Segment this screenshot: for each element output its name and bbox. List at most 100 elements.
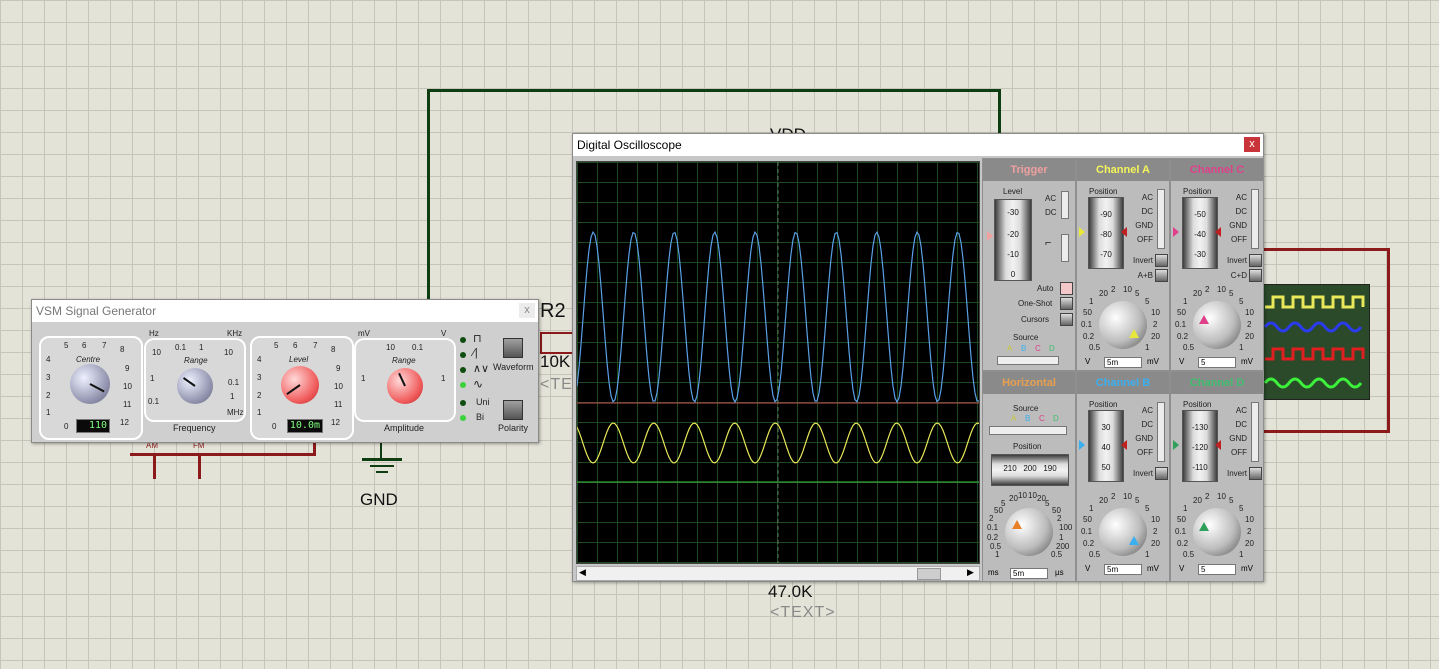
channel-d-volts-dial[interactable]: 0.5 0.2 0.1 50 1 20 2 10 5 5 10 2 20 1 bbox=[1173, 490, 1261, 568]
dial-scale-label: 10 bbox=[1151, 515, 1160, 524]
dial-knob[interactable] bbox=[1099, 301, 1147, 349]
channel-c-sum-label: C+D bbox=[1230, 271, 1247, 280]
trigger-auto-button[interactable] bbox=[1060, 282, 1073, 295]
amplitude-range-knob[interactable] bbox=[387, 368, 423, 404]
channel-c-coupling-slider[interactable] bbox=[1251, 189, 1259, 249]
trigger-coupling-switch[interactable] bbox=[1061, 191, 1069, 219]
trigger-title: Trigger bbox=[983, 159, 1075, 181]
channel-b-invert-button[interactable] bbox=[1155, 467, 1168, 480]
trigger-source-slider[interactable] bbox=[997, 356, 1059, 365]
dial-scale-label: 20 bbox=[1245, 539, 1254, 548]
scroll-thumb[interactable] bbox=[917, 568, 941, 580]
trigger-cursors-button[interactable] bbox=[1060, 313, 1073, 326]
dial-scale-label: 0.5 bbox=[990, 542, 1002, 551]
trigger-level-label: Level bbox=[1003, 187, 1023, 196]
horizontal-position-drum[interactable]: 210 200 190 bbox=[991, 454, 1069, 486]
dial-scale-label: 20 bbox=[1099, 496, 1108, 505]
channel-c-volts-input[interactable]: 5 bbox=[1198, 357, 1236, 368]
triangle-wave-icon: ∧∨ bbox=[473, 363, 490, 375]
channel-b-coupling-slider[interactable] bbox=[1157, 402, 1165, 462]
frequency-unit-mhz: MHz bbox=[227, 408, 244, 417]
dial-scale-label: 1 bbox=[1183, 504, 1188, 513]
polarity-uni-led bbox=[460, 400, 466, 406]
level-knob-pointer bbox=[286, 384, 301, 395]
polarity-label: Polarity bbox=[498, 423, 529, 433]
square-wave-icon: ⊓ bbox=[473, 333, 482, 345]
channel-c-unit-right: mV bbox=[1241, 357, 1253, 366]
dial-scale-label: 10 bbox=[1217, 285, 1226, 294]
channel-b-volts-dial[interactable]: 0.5 0.2 0.1 50 1 20 2 10 5 5 10 2 20 1 bbox=[1079, 490, 1167, 568]
signal-generator-title: VSM Signal Generator bbox=[36, 304, 157, 318]
polarity-button[interactable] bbox=[503, 400, 523, 420]
channel-b-position-label: Position bbox=[1089, 400, 1118, 409]
vdd-wire-top bbox=[428, 89, 1001, 92]
trigger-edge-icon: ⌐ bbox=[1045, 237, 1052, 249]
channel-a-volts-dial[interactable]: 0.5 0.2 0.1 50 1 20 2 10 5 5 10 2 20 1 bbox=[1079, 283, 1167, 361]
signal-generator-panel: Centre 5 6 7 8 4 9 3 10 2 11 1 12 0 110 … bbox=[32, 322, 538, 442]
channel-d-position-marker-icon bbox=[1173, 440, 1179, 450]
channel-d-volts-input[interactable]: 5 bbox=[1198, 564, 1236, 575]
trigger-oneshot-button[interactable] bbox=[1060, 297, 1073, 310]
sg-wire-bottom bbox=[130, 453, 316, 456]
frequency-range-knob[interactable] bbox=[177, 368, 213, 404]
channel-a-invert-label: Invert bbox=[1132, 256, 1153, 265]
channel-b-unit-left: V bbox=[1085, 564, 1091, 573]
oscilloscope-window[interactable]: Digital Oscilloscope x ◀ ▶ Trigger Level… bbox=[572, 133, 1264, 582]
channel-a-invert-button[interactable] bbox=[1155, 254, 1168, 267]
centre-label: Centre bbox=[76, 355, 101, 364]
channel-a-volts-input[interactable]: 5m bbox=[1104, 357, 1142, 368]
horizontal-timebase-dial[interactable]: 1 0.5 0.2 0.1 2 50 5 20 10 10 20 5 50 2 100 1 200 0.5 bbox=[985, 490, 1073, 570]
dial-scale-label: 5 bbox=[1001, 499, 1006, 508]
channel-a-coupling-slider[interactable] bbox=[1157, 189, 1165, 249]
signal-generator-window[interactable]: VSM Signal Generator x Centre 5 6 7 8 4 … bbox=[31, 299, 539, 443]
channel-d-panel: Channel D Position -130 -120 -110 AC DC GND… bbox=[1170, 371, 1264, 582]
dial-knob[interactable] bbox=[1193, 508, 1241, 556]
channel-d-invert-label: Invert bbox=[1226, 469, 1247, 478]
signal-generator-titlebar[interactable]: VSM Signal Generator x bbox=[32, 300, 538, 322]
scroll-right-arrow-icon[interactable]: ▶ bbox=[967, 567, 974, 578]
channel-a-sum-button[interactable] bbox=[1155, 269, 1168, 282]
channel-c-volts-dial[interactable]: 0.5 0.2 0.1 50 1 20 2 10 5 5 10 2 20 1 bbox=[1173, 283, 1261, 361]
trigger-level-drum[interactable]: -30 -20 -10 0 bbox=[994, 199, 1032, 281]
oscilloscope-titlebar[interactable]: Digital Oscilloscope x bbox=[573, 134, 1263, 156]
channel-c-invert-button[interactable] bbox=[1249, 254, 1262, 267]
scroll-left-arrow-icon[interactable]: ◀ bbox=[579, 567, 586, 578]
trigger-source-label: Source bbox=[1013, 333, 1039, 342]
horizontal-source-label: Source bbox=[1013, 404, 1039, 413]
dial-scale-label: 0.1 bbox=[1081, 527, 1093, 536]
scope-screen[interactable] bbox=[576, 161, 980, 564]
dial-scale-label: 2 bbox=[1111, 285, 1116, 294]
channel-c-sum-button[interactable] bbox=[1249, 269, 1262, 282]
dial-scale-label: 1 bbox=[1145, 343, 1150, 352]
dial-knob[interactable] bbox=[1005, 508, 1053, 556]
level-knob[interactable] bbox=[281, 366, 319, 404]
waveform-sawtooth-led bbox=[460, 352, 466, 358]
channel-c-position-marker-icon bbox=[1173, 227, 1179, 237]
gnd-bar-2 bbox=[370, 465, 394, 467]
dial-scale-label: 0.1 bbox=[1175, 320, 1187, 329]
dial-knob[interactable] bbox=[1193, 301, 1241, 349]
centre-knob[interactable] bbox=[70, 364, 110, 404]
scope-traces bbox=[577, 162, 979, 563]
horizontal-timebase-input[interactable]: 5m bbox=[1010, 568, 1048, 579]
waveform-square-led bbox=[460, 337, 466, 343]
signal-generator-close-button[interactable]: x bbox=[519, 303, 535, 318]
trigger-edge-switch[interactable] bbox=[1061, 234, 1069, 262]
trigger-auto-label: Auto bbox=[1037, 284, 1054, 293]
dial-scale-label: 0.2 bbox=[987, 533, 999, 542]
oscilloscope-close-button[interactable]: x bbox=[1244, 137, 1260, 152]
dial-scale-label: 2 bbox=[1247, 320, 1252, 329]
frequency-unit-hz: Hz bbox=[149, 329, 159, 338]
scope-component-preview[interactable] bbox=[1262, 284, 1370, 400]
channel-c-unit-left: V bbox=[1179, 357, 1185, 366]
channel-d-coupling-slider[interactable] bbox=[1251, 402, 1259, 462]
dial-scale-label: 10 bbox=[1245, 515, 1254, 524]
channel-b-volts-input[interactable]: 5m bbox=[1104, 564, 1142, 575]
channel-d-invert-button[interactable] bbox=[1249, 467, 1262, 480]
frequency-caption: Frequency bbox=[173, 423, 216, 433]
dial-scale-label: 5 bbox=[1229, 496, 1234, 505]
waveform-button[interactable] bbox=[503, 338, 523, 358]
horizontal-source-slider[interactable] bbox=[989, 426, 1067, 435]
screen-scrollbar[interactable]: ◀ ▶ bbox=[576, 566, 980, 581]
dial-knob[interactable] bbox=[1099, 508, 1147, 556]
